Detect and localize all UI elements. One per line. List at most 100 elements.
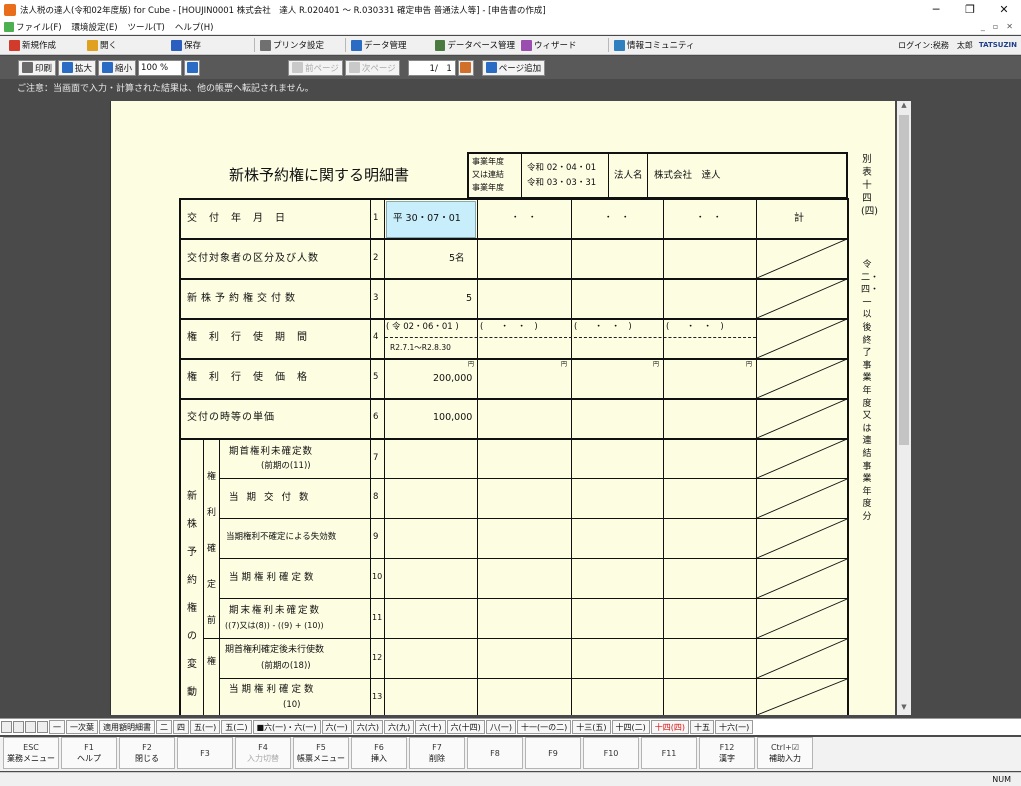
fkey-f11-button[interactable]: F11 [641, 737, 697, 769]
sheet-tab[interactable]: 十四(四) [650, 720, 690, 734]
sheet-tab[interactable]: 六(十) [415, 720, 446, 734]
fkey-esc-button[interactable]: ESC 業務メニュー [3, 737, 59, 769]
add-page-icon [485, 62, 497, 73]
scrollbar-thumb[interactable] [899, 115, 909, 445]
sub-row-label-10: 当期権利確定数 [229, 572, 317, 583]
printer-settings-button[interactable]: プリンタ設定 [257, 37, 343, 54]
zoom-input[interactable]: 100 % [138, 59, 183, 76]
fkey-ctrl-button[interactable]: Ctrl+☑ 補助入力 [757, 737, 813, 769]
sheet-tab[interactable]: 六(十四) [446, 720, 485, 734]
child-minimize-button[interactable]: _ [981, 22, 985, 31]
num-lock-indicator: NUM [992, 775, 1011, 784]
fkey-f2-button[interactable]: F2 閉じる [119, 737, 175, 769]
fkey-f1-button[interactable]: F1 ヘルプ [61, 737, 117, 769]
prev-tab-icon[interactable] [13, 721, 24, 733]
data-management-icon [351, 39, 362, 51]
menu-file[interactable]: ファイル(F) [16, 21, 62, 33]
fkey-f8-button[interactable]: F8 [467, 737, 523, 769]
sub-row-label-11-sub: ((7)又は(8)) - ((9) + (10)) [225, 621, 324, 630]
sheet-tab[interactable]: 十六(一) [715, 720, 754, 734]
sheet-tab[interactable]: 一次葉 [66, 720, 98, 734]
fkey-action-label: 漢字 [719, 754, 735, 763]
rule [219, 518, 849, 519]
fkey-f7-button[interactable]: F7 削除 [409, 737, 465, 769]
fkey-f6-button[interactable]: F6 挿入 [351, 737, 407, 769]
print-button[interactable]: 印刷 [18, 59, 57, 76]
toolbar: 新規作成 開く 保存 プリンタ設定 データ管理 データベース管理 ウィザード 情… [0, 36, 1021, 55]
zoom-out-button[interactable]: 縮小 [98, 59, 137, 76]
fkey-key-label: F5 [316, 743, 326, 752]
toolbar-separator [608, 38, 609, 52]
sheet-tab[interactable]: 五(二) [221, 720, 252, 734]
child-restore-button[interactable]: ▫ [993, 22, 998, 31]
prev-page-button[interactable]: 前ページ [288, 59, 343, 76]
brand-logo: TATSUZIN [978, 41, 1017, 49]
sheet-tab[interactable]: 四 [173, 720, 189, 734]
scroll-up-icon[interactable]: ▲ [897, 101, 911, 113]
sheet-tab[interactable]: 六(九) [384, 720, 415, 734]
sub-row-label-7-sub: (前期の(11)) [261, 461, 311, 471]
sheet-tab[interactable]: 一 [49, 720, 65, 734]
sheet-tab[interactable]: 六(六) [352, 720, 384, 734]
rule [219, 558, 849, 559]
last-tab-icon[interactable] [37, 721, 48, 733]
restore-button[interactable]: ❐ [953, 3, 987, 16]
fkey-f12-button[interactable]: F12 漢字 [699, 737, 755, 769]
page-indicator[interactable]: 1/ 1 [407, 59, 456, 76]
sheet-tab[interactable]: 適用額明細書 [99, 720, 155, 734]
vertical-scrollbar[interactable]: ▲ ▼ [897, 101, 911, 715]
first-tab-icon[interactable] [1, 721, 12, 733]
sheet-tab[interactable]: 五(一) [190, 720, 221, 734]
next-page-button[interactable]: 次ページ [344, 59, 400, 76]
menu-settings[interactable]: 環境設定(E) [72, 21, 118, 33]
rule [179, 198, 181, 715]
zoom-apply-button[interactable] [184, 59, 201, 76]
new-button[interactable]: 新規作成 [6, 37, 84, 54]
prev-page-icon [292, 62, 304, 73]
save-button[interactable]: 保存 [168, 37, 252, 54]
sheet-tab[interactable]: 十一(一の二) [517, 720, 572, 734]
fkey-f9-button[interactable]: F9 [525, 737, 581, 769]
menu-help[interactable]: ヘルプ(H) [175, 21, 214, 33]
sheet-tab[interactable]: 八(一) [485, 720, 517, 734]
sheet-tab[interactable]: 二 [156, 720, 172, 734]
rule [179, 438, 849, 440]
close-button[interactable]: ✕ [987, 3, 1021, 16]
child-close-button[interactable]: ✕ [1006, 22, 1013, 31]
open-button[interactable]: 開く [84, 37, 168, 54]
data-management-button[interactable]: データ管理 [348, 37, 432, 54]
sheet-tab[interactable]: 十四(二) [611, 720, 650, 734]
fkey-f3-button[interactable]: F3 [177, 737, 233, 769]
page-jump-button[interactable] [457, 59, 474, 76]
sub-row-label-9: 当期権利不確定による失効数 [226, 532, 337, 542]
period-label-3: 事業年度 [472, 183, 504, 192]
sheet-tab[interactable]: 十三(五) [572, 720, 611, 734]
add-page-button[interactable]: ページ追加 [481, 59, 546, 76]
zoom-in-button[interactable]: 拡大 [58, 59, 97, 76]
fkey-f10-button[interactable]: F10 [583, 737, 639, 769]
next-tab-icon[interactable] [25, 721, 36, 733]
database-management-button[interactable]: データベース管理 [432, 37, 518, 54]
rule [179, 318, 849, 320]
menu-tools[interactable]: ツール(T) [128, 21, 165, 33]
community-button[interactable]: 情報コミュニティ [611, 37, 711, 54]
minimize-button[interactable]: ─ [919, 3, 953, 16]
corp-name: 株式会社 達人 [654, 170, 721, 181]
fkey-key-label: F2 [142, 743, 152, 752]
sub-row-label-11: 期末権利未確定数 [229, 605, 322, 616]
rule [467, 152, 469, 198]
wizard-button[interactable]: ウィザード [518, 37, 606, 54]
sheet-tab[interactable]: 六(一) [321, 720, 352, 734]
row-label-3: 新株予約権交付数 [187, 293, 299, 304]
sheet-tab[interactable]: 十五 [690, 720, 715, 734]
row-label-5: 権 利 行 使 価 格 [187, 372, 308, 383]
menu-app-icon [4, 21, 14, 32]
fkey-f5-button[interactable]: F5 帳票メニュー [293, 737, 349, 769]
scroll-down-icon[interactable]: ▼ [897, 703, 911, 715]
fkey-f4-button[interactable]: F4 入力切替 [235, 737, 291, 769]
row-blank-1b: ・ ・ [604, 213, 630, 223]
window-title: 法人税の達人(令和02年度版) for Cube - [HOUJIN0001 株… [20, 5, 546, 16]
row-no-4: 4 [373, 332, 379, 342]
sheet-tab[interactable]: ■六(一)・六(一) [252, 720, 321, 734]
row-value-1: 平 30・07・01 [393, 213, 461, 224]
